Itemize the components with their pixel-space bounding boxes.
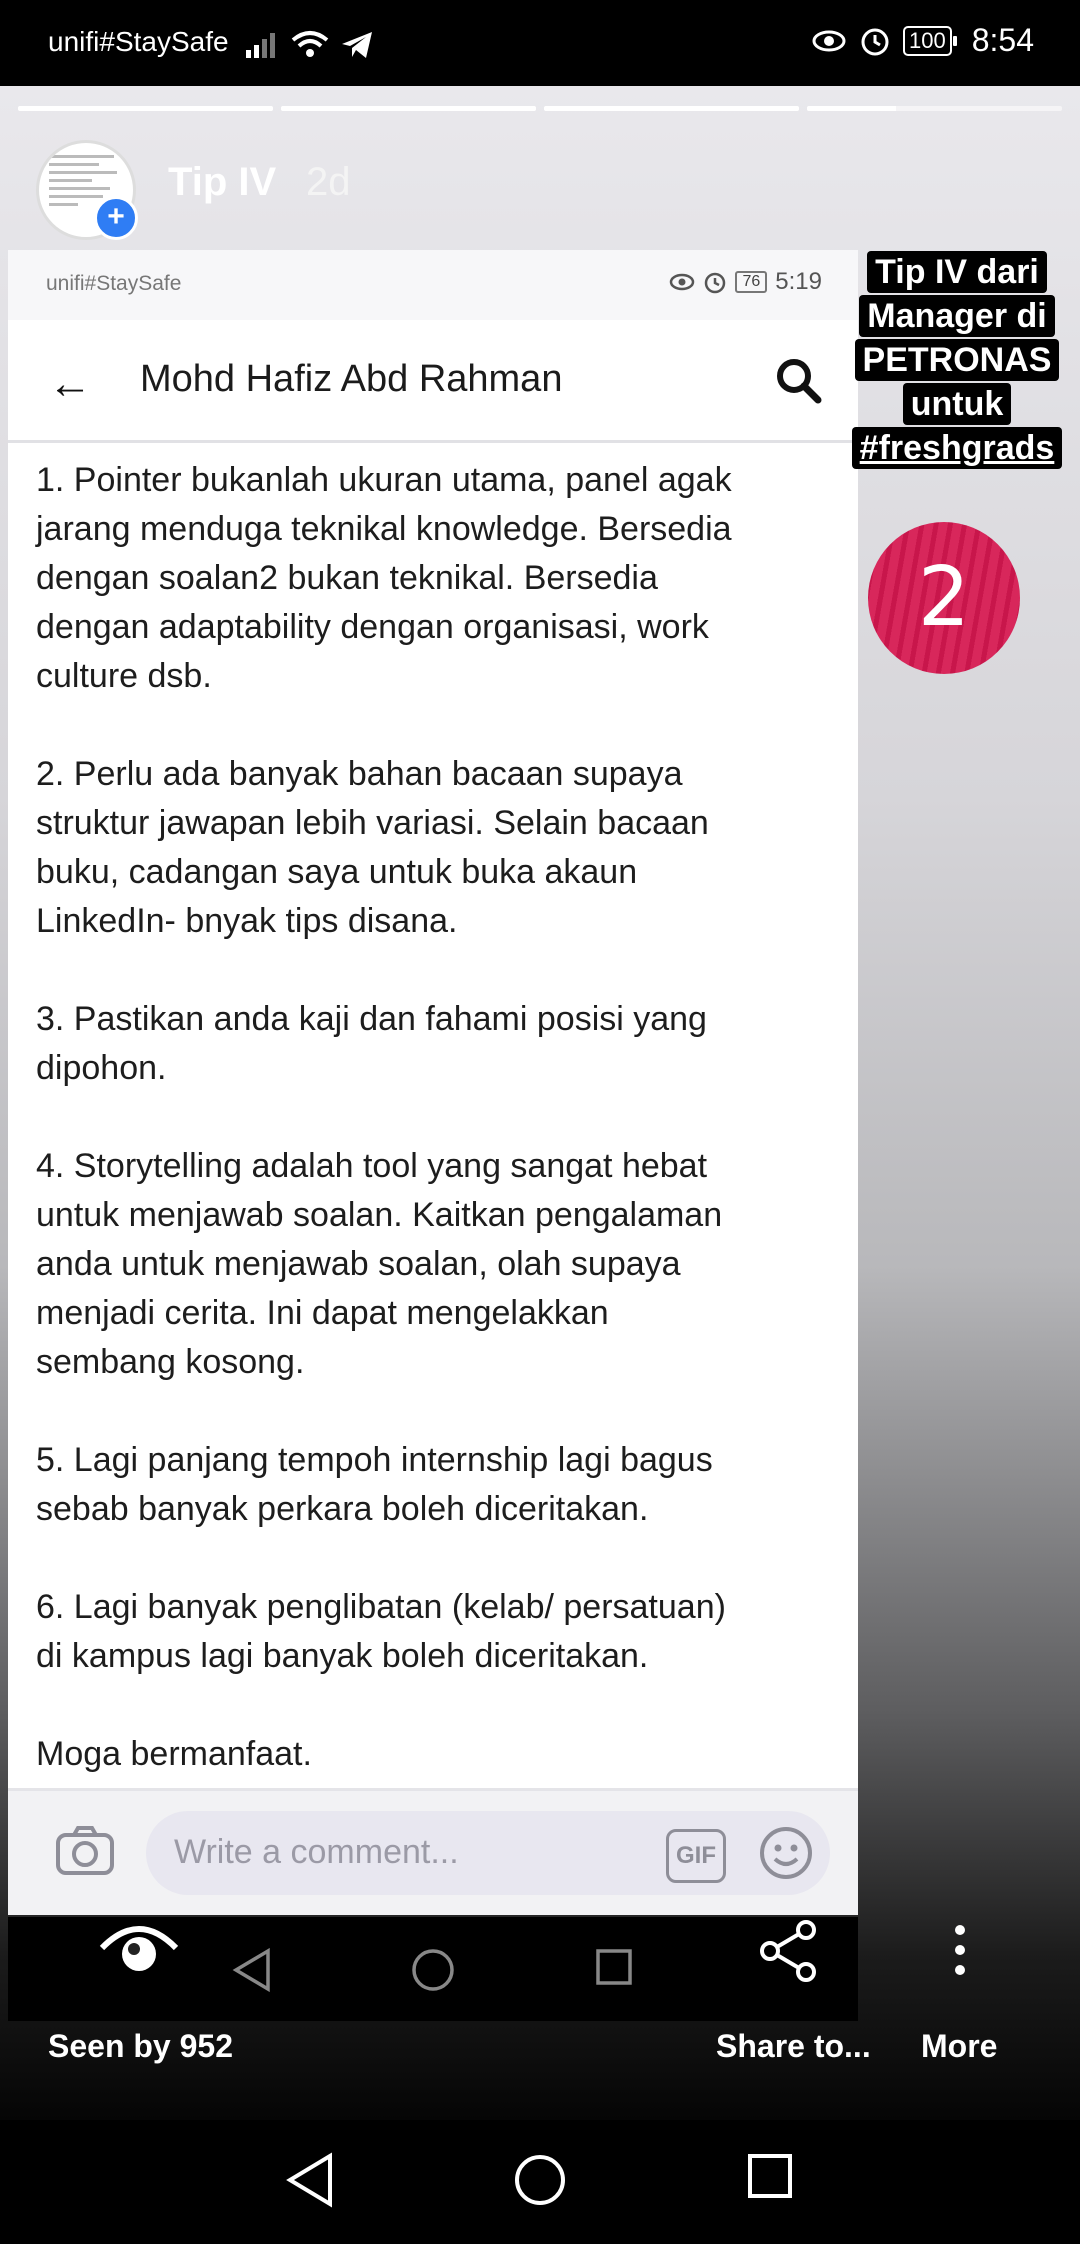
share-to-label[interactable]: Share to...: [716, 2028, 871, 2065]
recents-icon[interactable]: [746, 2152, 794, 2200]
story-username[interactable]: Tip IV: [168, 160, 276, 205]
inner-header: ← Mohd Hafiz Abd Rahman: [8, 320, 858, 443]
text-sticker: Tip IV dari Manager di PETRONAS untuk #f…: [842, 250, 1072, 470]
signal-wifi-icons: [244, 26, 374, 60]
story-age: 2d: [306, 160, 351, 204]
inner-clock: 5:19: [775, 268, 822, 295]
progress-segment: [281, 106, 536, 111]
progress-segment: [544, 106, 799, 111]
back-icon[interactable]: [284, 2152, 336, 2208]
carrier-label: unifi#StaySafe: [48, 26, 229, 57]
profile-name: Mohd Hafiz Abd Rahman: [140, 358, 563, 400]
tip-paragraph: 4. Storytelling adalah tool yang sangat …: [36, 1147, 723, 1381]
progress-fill: [807, 106, 897, 111]
story-progress: [18, 106, 1062, 111]
post-body: 1. Pointer bukanlah ukuran utama, panel …: [36, 456, 836, 1828]
battery-indicator: 100: [903, 25, 957, 56]
inner-status-right: 76 5:19: [669, 268, 822, 296]
status-right: 100 8:54: [811, 22, 1034, 59]
tip-paragraph: 5. Lagi panjang tempoh internship lagi b…: [36, 1441, 713, 1528]
eye-icon[interactable]: [98, 1920, 180, 1976]
back-arrow-icon: ←: [48, 359, 92, 408]
sticker-line: Tip IV dari: [867, 251, 1047, 293]
inner-carrier: unifi#StaySafe: [46, 272, 182, 295]
sticker-line: untuk: [902, 383, 1012, 425]
share-icon[interactable]: [756, 1918, 822, 1984]
inner-status-bar: unifi#StaySafe 76 5:19: [8, 250, 858, 320]
seen-by-count[interactable]: Seen by 952: [48, 2028, 233, 2065]
tip-paragraph: 3. Pastikan anda kaji dan fahami posisi …: [36, 1000, 707, 1087]
emoji-icon: [760, 1827, 812, 1879]
tip-paragraph: 1. Pointer bukanlah ukuran utama, panel …: [36, 461, 732, 695]
comment-field: Write a comment... GIF: [146, 1811, 830, 1895]
camera-icon: [56, 1826, 114, 1875]
more-icon[interactable]: [950, 1922, 970, 1978]
closing-line: Moga bermanfaat.: [36, 1735, 312, 1773]
signal-icon: [246, 33, 275, 58]
alarm-icon: [861, 28, 889, 55]
comment-placeholder: Write a comment...: [174, 1833, 459, 1871]
more-label[interactable]: More: [921, 2028, 997, 2065]
comment-bar: Write a comment... GIF: [8, 1788, 858, 1915]
inner-battery: 76: [735, 271, 768, 293]
number-sticker: 2: [868, 522, 1020, 674]
sticker-hashtag[interactable]: #freshgrads: [851, 427, 1063, 469]
home-nav-icon: [412, 1949, 454, 1991]
alarm-icon: [705, 272, 726, 294]
telegram-icon: [342, 32, 372, 58]
add-story-icon[interactable]: +: [94, 196, 138, 240]
eye-comfort-icon: [670, 273, 695, 291]
eye-comfort-icon: [812, 30, 846, 51]
system-navigation-bar: [0, 2120, 1080, 2244]
home-icon[interactable]: [512, 2152, 568, 2208]
tip-paragraph: 6. Lagi banyak penglibatan (kelab/ persa…: [36, 1588, 726, 1675]
back-nav-icon: [232, 1947, 270, 1993]
shared-screenshot: unifi#StaySafe 76 5:19 ← Mohd Hafiz Abd …: [8, 250, 858, 1915]
tip-paragraph: 2. Perlu ada banyak bahan bacaan supaya …: [36, 755, 709, 940]
wifi-icon: [291, 31, 329, 57]
progress-segment: [18, 106, 273, 111]
progress-segment-current: [807, 106, 1062, 111]
clock: 8:54: [971, 22, 1034, 58]
sticker-line: Manager di: [859, 295, 1055, 337]
status-bar: unifi#StaySafe 100 8:54: [0, 0, 1080, 86]
search-icon: [777, 359, 822, 404]
gif-icon: GIF: [666, 1829, 726, 1883]
sticker-line: PETRONAS: [854, 339, 1060, 381]
recents-nav-icon: [596, 1949, 632, 1985]
